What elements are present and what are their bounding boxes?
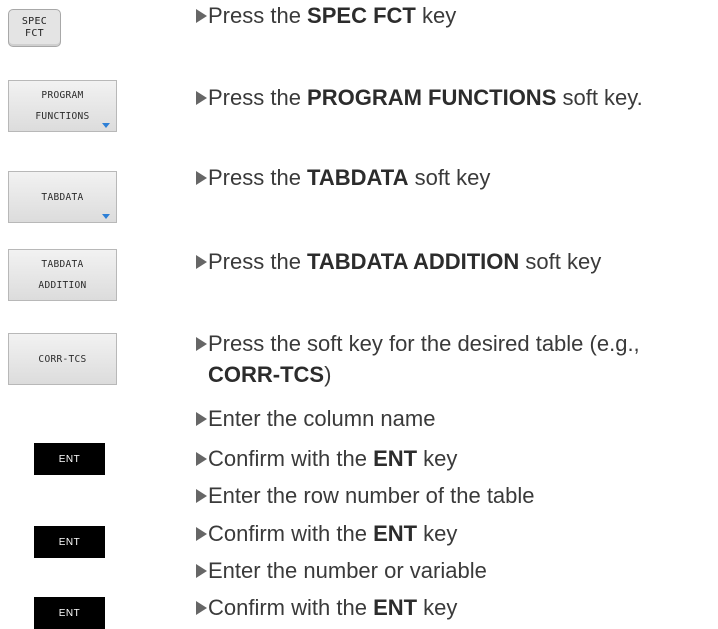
key-label-line2: FCT: [25, 28, 44, 39]
step-press-tabdata-addition: Press the TABDATA ADDITION soft key: [196, 246, 712, 277]
ent-key[interactable]: ENT: [34, 443, 105, 475]
ent-key-label: ENT: [58, 607, 81, 619]
ent-key[interactable]: ENT: [34, 597, 105, 629]
bullet-triangle-icon: [196, 489, 207, 503]
step-press-tabdata: Press the TABDATA soft key: [196, 162, 712, 193]
bullet-triangle-icon: [196, 255, 207, 269]
step-confirm-ent: Confirm with the ENT key: [196, 518, 712, 549]
step-press-spec-fct: Press the SPEC FCT key: [196, 0, 712, 31]
bullet-triangle-icon: [196, 412, 207, 426]
submenu-arrow-icon: [102, 123, 110, 128]
key-label-line1: SPEC: [21, 16, 48, 27]
tabdata-soft-key[interactable]: TABDATA: [8, 171, 117, 223]
soft-key-label-line1: PROGRAM: [41, 90, 84, 101]
soft-key-label-line1: TABDATA: [41, 259, 84, 270]
tabdata-addition-soft-key[interactable]: TABDATA ADDITION: [8, 249, 117, 301]
bullet-triangle-icon: [196, 452, 207, 466]
soft-key-label: TABDATA: [41, 191, 84, 203]
step-press-table-soft-key: Press the soft key for the desired table…: [196, 328, 712, 390]
ent-key-label: ENT: [58, 453, 81, 465]
soft-key-label: CORR-TCS: [38, 353, 87, 365]
step-press-program-functions: Press the PROGRAM FUNCTIONS soft key.: [196, 82, 712, 113]
bullet-triangle-icon: [196, 564, 207, 578]
bullet-triangle-icon: [196, 171, 207, 185]
soft-key-label-line2: ADDITION: [38, 280, 87, 291]
ent-key-label: ENT: [58, 536, 81, 548]
bullet-triangle-icon: [196, 337, 207, 351]
step-enter-column-name: Enter the column name: [196, 403, 712, 434]
bullet-triangle-icon: [196, 527, 207, 541]
bullet-triangle-icon: [196, 601, 207, 615]
spec-fct-key[interactable]: SPEC FCT: [8, 9, 61, 47]
bullet-triangle-icon: [196, 9, 207, 23]
ent-key[interactable]: ENT: [34, 526, 105, 558]
step-confirm-ent: Confirm with the ENT key: [196, 443, 712, 474]
corr-tcs-soft-key[interactable]: CORR-TCS: [8, 333, 117, 385]
program-functions-soft-key[interactable]: PROGRAM FUNCTIONS: [8, 80, 117, 132]
step-enter-number-or-variable: Enter the number or variable: [196, 555, 712, 586]
submenu-arrow-icon: [102, 214, 110, 219]
step-enter-row-number: Enter the row number of the table: [196, 480, 712, 511]
soft-key-label-line2: FUNCTIONS: [35, 111, 90, 122]
step-confirm-ent: Confirm with the ENT key: [196, 592, 712, 623]
bullet-triangle-icon: [196, 91, 207, 105]
